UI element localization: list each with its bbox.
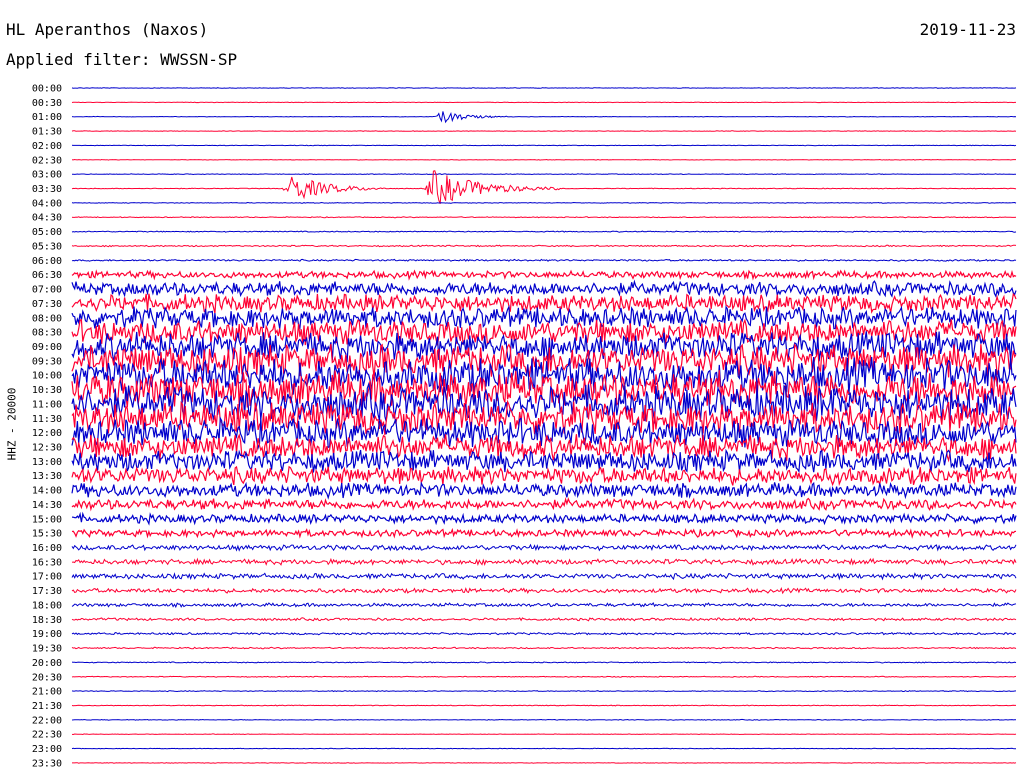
tick-label-0530: 05:30 (32, 241, 62, 252)
trace-row-1530 (71, 527, 1017, 539)
tick-label-0900: 09:00 (32, 342, 62, 353)
trace-row-0300 (71, 173, 1017, 176)
trace-row-1730 (71, 586, 1017, 595)
tick-label-1100: 11:00 (32, 399, 62, 410)
tick-label-1230: 12:30 (32, 443, 62, 454)
tick-label-1930: 19:30 (32, 644, 62, 655)
trace-row-2200 (71, 718, 1017, 721)
trace-row-2030 (71, 675, 1017, 678)
trace-row-1500 (71, 511, 1017, 526)
tick-label-0700: 07:00 (32, 285, 62, 296)
tick-label-1330: 13:30 (32, 471, 62, 482)
tick-label-1630: 16:30 (32, 557, 62, 568)
tick-label-1030: 10:30 (32, 385, 62, 396)
trace-row-2000 (71, 661, 1017, 664)
trace-row-0730 (71, 292, 1017, 314)
trace-row-1700 (71, 572, 1017, 581)
trace-row-0630 (71, 269, 1017, 281)
tick-label-2200: 22:00 (32, 715, 62, 726)
trace-row-2330 (72, 762, 1017, 764)
tick-label-2000: 20:00 (32, 658, 62, 669)
tick-label-0100: 01:00 (32, 112, 62, 123)
tick-label-1430: 14:30 (32, 500, 62, 511)
tick-label-2030: 20:30 (32, 672, 62, 683)
tick-label-2330: 23:30 (32, 758, 62, 769)
tick-label-1530: 15:30 (32, 529, 62, 540)
tick-label-1800: 18:00 (32, 600, 62, 611)
tick-label-0000: 00:00 (32, 84, 62, 95)
tick-label-0400: 04:00 (32, 198, 62, 209)
tick-label-1000: 10:00 (32, 371, 62, 382)
tick-label-1300: 13:00 (32, 457, 62, 468)
tick-label-0430: 04:30 (32, 213, 62, 224)
trace-row-1400 (71, 481, 1017, 500)
trace-row-1930 (71, 646, 1017, 650)
trace-row-0700 (71, 279, 1017, 298)
tick-label-0030: 00:30 (32, 98, 62, 109)
tick-label-1730: 17:30 (32, 586, 62, 597)
tick-label-1900: 19:00 (32, 629, 62, 640)
trace-row-1430 (71, 496, 1017, 512)
tick-label-1600: 16:00 (32, 543, 62, 554)
time-tick-labels: 00:00 00:30 01:00 01:30 02:00 02:30 03:00 03:30… (32, 84, 62, 770)
trace-row-1330 (71, 465, 1017, 487)
trace-row-1600 (71, 543, 1017, 552)
tick-label-2300: 23:00 (32, 744, 62, 755)
trace-row-2130 (71, 704, 1016, 707)
trace-row-0330 (71, 170, 1017, 204)
tick-label-0130: 01:30 (32, 127, 62, 138)
tick-label-0930: 09:30 (32, 356, 62, 367)
trace-row-0500 (71, 230, 1017, 233)
seismic-traces (71, 87, 1017, 764)
trace-row-1630 (71, 557, 1017, 567)
trace-row-0230 (71, 158, 1016, 161)
trace-row-1900 (71, 631, 1017, 636)
tick-label-0630: 06:30 (32, 270, 62, 281)
tick-label-0300: 03:00 (32, 170, 62, 181)
tick-label-2130: 21:30 (32, 701, 62, 712)
tick-label-1700: 17:00 (32, 572, 62, 583)
trace-row-2230 (71, 733, 1017, 736)
tick-label-1500: 15:00 (32, 514, 62, 525)
trace-row-0430 (71, 216, 1017, 219)
trace-row-1800 (71, 602, 1017, 609)
tick-label-0200: 02:00 (32, 141, 62, 152)
tick-label-1130: 11:30 (32, 414, 62, 425)
tick-label-0830: 08:30 (32, 328, 62, 339)
tick-label-0730: 07:30 (32, 299, 62, 310)
tick-label-0330: 03:30 (32, 184, 62, 195)
trace-row-2300 (71, 747, 1016, 750)
helicorder-plot: 00:00 00:30 01:00 01:30 02:00 02:30 03:00 03:30… (32, 84, 1017, 770)
trace-row-0000 (71, 87, 1017, 89)
tick-label-0600: 06:00 (32, 256, 62, 267)
trace-row-1830 (71, 616, 1017, 622)
tick-label-0800: 08:00 (32, 313, 62, 324)
trace-row-0130 (71, 130, 1017, 132)
tick-label-2100: 21:00 (32, 687, 62, 698)
tick-label-2230: 22:30 (32, 730, 62, 741)
trace-row-2100 (71, 690, 1017, 693)
trace-row-0400 (71, 201, 1017, 204)
tick-label-1830: 18:30 (32, 615, 62, 626)
trace-row-0600 (71, 258, 1017, 262)
tick-label-1400: 14:00 (32, 486, 62, 497)
tick-label-1200: 12:00 (32, 428, 62, 439)
trace-row-0100 (71, 111, 1017, 124)
trace-row-0030 (71, 101, 1016, 104)
trace-row-0200 (71, 144, 1017, 147)
tick-label-0500: 05:00 (32, 227, 62, 238)
tick-label-0230: 02:30 (32, 155, 62, 166)
trace-row-0530 (71, 244, 1017, 248)
